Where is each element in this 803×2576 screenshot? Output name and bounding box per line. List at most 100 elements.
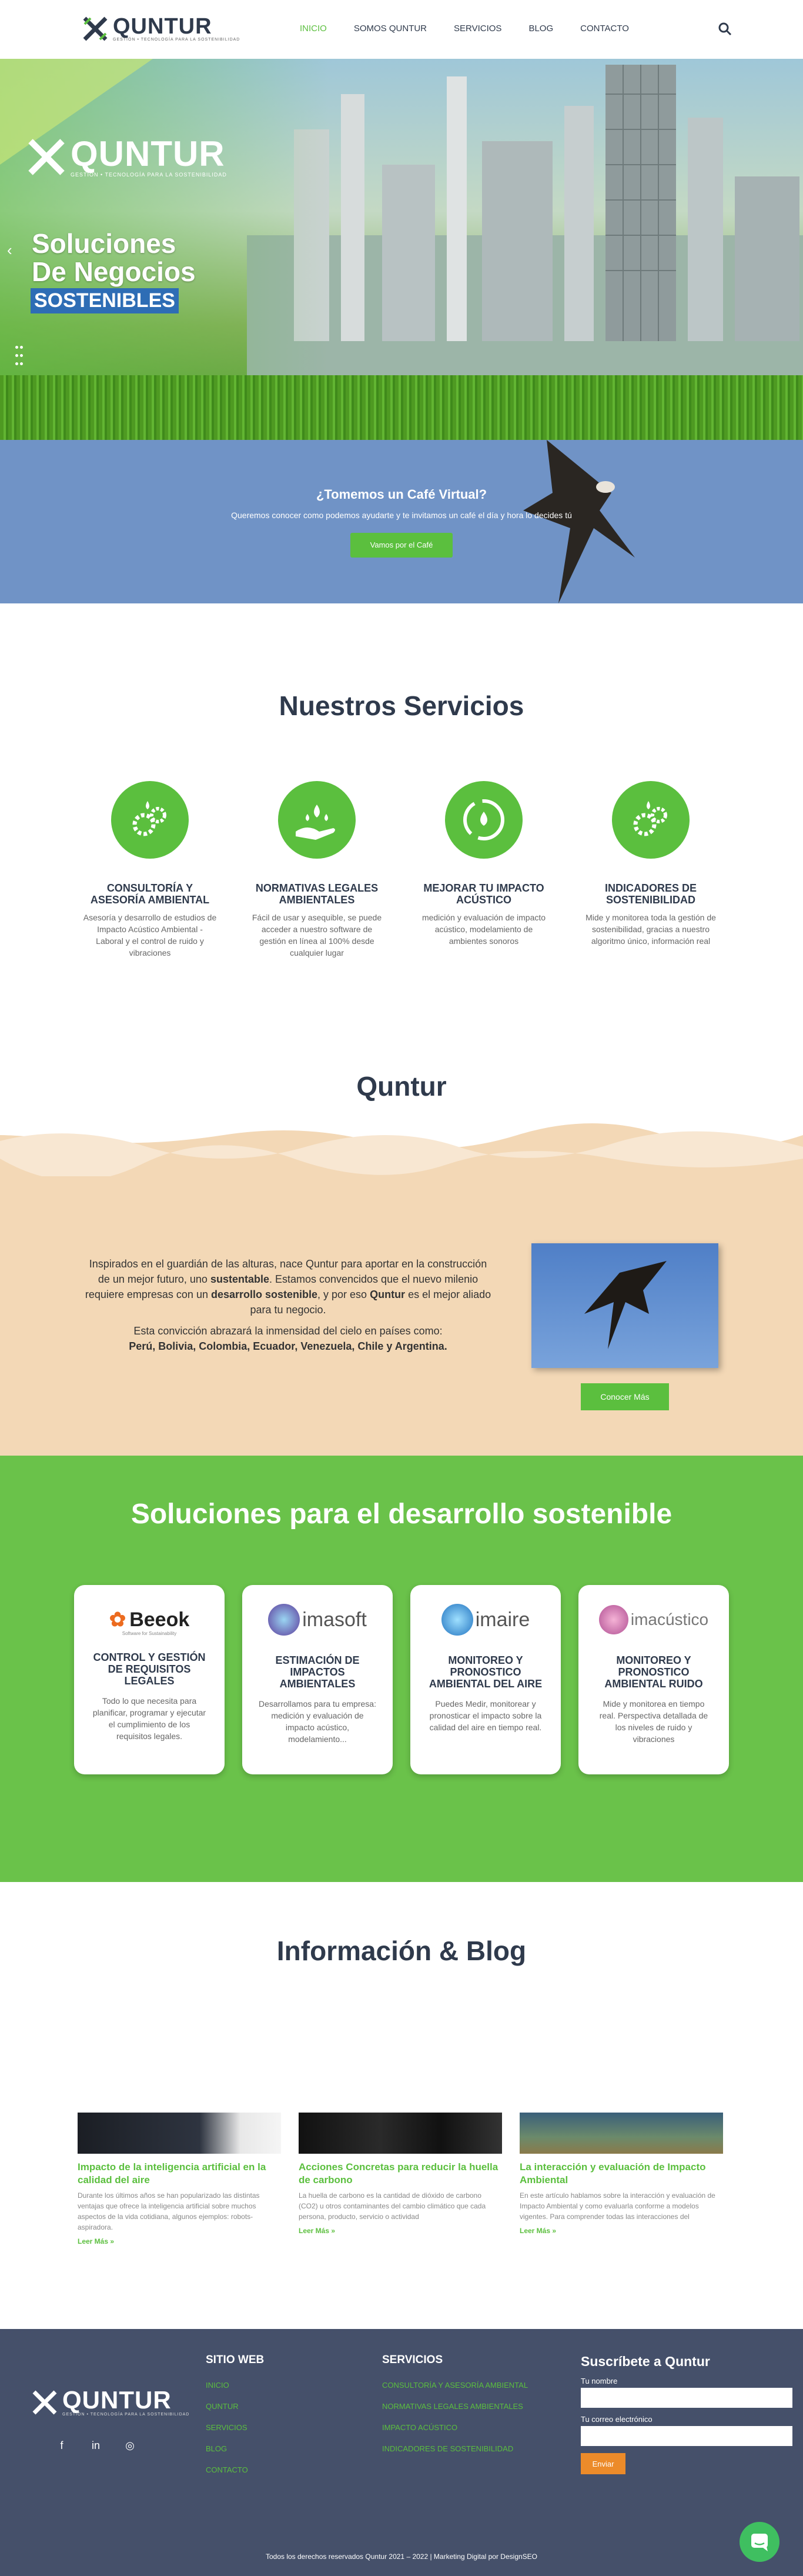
chat-button[interactable] (740, 2522, 779, 2562)
footer-link[interactable]: INICIO (206, 2375, 264, 2396)
card-desc: Todo lo que necesita para planificar, pr… (92, 1696, 206, 1741)
gears-drops-icon (612, 781, 690, 859)
email-input[interactable] (581, 2426, 792, 2446)
wave-decoration (0, 1112, 803, 1176)
solution-card[interactable]: imacústico MONITOREO Y PRONOSTICO AMBIEN… (578, 1585, 729, 1774)
name-input[interactable] (581, 2388, 792, 2408)
nav-contacto[interactable]: CONTACTO (580, 21, 629, 36)
read-more-link[interactable]: Leer Más » (78, 2237, 281, 2245)
footer-link[interactable]: NORMATIVAS LEGALES AMBIENTALES (382, 2396, 528, 2417)
quntur-logo-icon (28, 139, 65, 175)
instagram-icon[interactable]: ◎ (123, 2440, 136, 2452)
slider-dot[interactable] (15, 358, 24, 361)
post-image[interactable] (520, 2113, 723, 2154)
learn-more-button[interactable]: Conocer Más (581, 1383, 669, 1410)
post-title[interactable]: Impacto de la inteligencia artificial en… (78, 2161, 281, 2187)
read-more-link[interactable]: Leer Más » (299, 2227, 502, 2235)
post-excerpt: La huella de carbono es la cantidad de d… (299, 2191, 486, 2221)
blog-post[interactable]: Impacto de la inteligencia artificial en… (78, 2113, 281, 2245)
service-name: NORMATIVAS LEGALES AMBIENTALES (255, 882, 379, 906)
post-title[interactable]: Acciones Concretas para reducir la huell… (299, 2161, 502, 2187)
hero-logo-tagline: GESTIÓN • TECNOLOGÍA PARA LA SOSTENIBILI… (71, 172, 227, 178)
about-paragraph: Inspirados en el guardián de las alturas… (85, 1258, 491, 1316)
footer-link[interactable]: IMPACTO ACÚSTICO (382, 2417, 528, 2438)
footer-logo-tagline: GESTIÓN • TECNOLOGÍA PARA LA SOSTENIBILI… (62, 2413, 190, 2417)
footer-servicios: SERVICIOS CONSULTORÍA Y ASESORÍA AMBIENT… (382, 2354, 528, 2460)
footer-logo-name: QUNTUR (62, 2386, 172, 2414)
about-text: Inspirados en el guardián de las alturas… (82, 1256, 494, 1354)
site-footer: QUNTUR GESTIÓN • TECNOLOGÍA PARA LA SOST… (0, 2329, 803, 2576)
slider-prev-arrow[interactable]: ‹ (7, 241, 12, 259)
chat-icon (751, 2534, 768, 2551)
hero-logo-name: QUNTUR (71, 134, 225, 173)
nav-somos-quntur[interactable]: SOMOS QUNTUR (354, 21, 427, 36)
read-more-link[interactable]: Leer Más » (520, 2227, 723, 2235)
slider-dot[interactable] (15, 349, 24, 353)
condor-image (523, 440, 635, 603)
post-title[interactable]: La interacción y evaluación de Impacto A… (520, 2161, 723, 2187)
footer-link[interactable]: CONSULTORÍA Y ASESORÍA AMBIENTAL (382, 2375, 528, 2396)
post-image[interactable] (78, 2113, 281, 2154)
service-desc: Mide y monitorea toda la gestión de sost… (585, 913, 716, 946)
services-title: Nuestros Servicios (279, 690, 524, 721)
footer-logo[interactable]: QUNTUR GESTIÓN • TECNOLOGÍA PARA LA SOST… (32, 2388, 189, 2417)
service-item[interactable]: MEJORAR TU IMPACTO ACÚSTICO medición y e… (416, 781, 551, 947)
card-desc: Desarrollamos para tu empresa: medición … (259, 1699, 376, 1744)
slider-dots[interactable] (15, 341, 24, 361)
solution-card[interactable]: ✿ Beeok Software for Sustainability CONTR… (74, 1585, 225, 1774)
slider-dot[interactable] (15, 341, 24, 345)
subscribe-title: Suscríbete a Quntur (581, 2354, 710, 2369)
footer-link[interactable]: INDICADORES DE SOSTENIBILIDAD (382, 2438, 528, 2460)
linkedin-icon[interactable]: in (89, 2440, 102, 2452)
submit-button[interactable]: Enviar (581, 2453, 625, 2474)
facebook-icon[interactable]: f (55, 2440, 68, 2452)
quntur-logo-icon (83, 16, 108, 41)
blog-post[interactable]: Acciones Concretas para reducir la huell… (299, 2113, 502, 2235)
site-header: QUNTUR GESTIÓN • TECNOLOGÍA PARA LA SOST… (0, 0, 803, 59)
hero-title-line1: Soluciones (32, 228, 176, 259)
beeok-logo-sub: Software for Sustainability (122, 1631, 177, 1636)
solution-card[interactable]: imaire MONITOREO Y PRONOSTICO AMBIENTAL … (410, 1585, 561, 1774)
service-item[interactable]: NORMATIVAS LEGALES AMBIENTALES Fácil de … (249, 781, 384, 959)
service-item[interactable]: INDICADORES DE SOSTENIBILIDAD Mide y mon… (583, 781, 718, 947)
card-title: MONITOREO Y PRONOSTICO AMBIENTAL RUIDO (604, 1654, 703, 1690)
hero-banner: QUNTUR GESTIÓN • TECNOLOGÍA PARA LA SOST… (0, 59, 803, 440)
coffee-button[interactable]: Vamos por el Café (350, 533, 453, 558)
solution-card[interactable]: imasoft ESTIMACIÓN DE IMPACTOS AMBIENTAL… (242, 1585, 393, 1774)
service-desc: Asesoría y desarrollo de estudios de Imp… (83, 913, 217, 957)
card-desc: Mide y monitorea en tiempo real. Perspec… (599, 1699, 708, 1744)
post-excerpt: Durante los últimos años se han populari… (78, 2191, 260, 2231)
service-desc: Fácil de usar y asequible, se puede acce… (252, 913, 382, 957)
footer-link[interactable]: SERVICIOS (206, 2417, 264, 2438)
hero-logo: QUNTUR GESTIÓN • TECNOLOGÍA PARA LA SOST… (27, 136, 227, 178)
footer-sitio-web: SITIO WEB INICIO QUNTUR SERVICIOS BLOG C… (206, 2354, 264, 2481)
copyright: Todos los derechos reservados Quntur 202… (265, 2552, 538, 2561)
footer-col-title: SERVICIOS (382, 2354, 443, 2366)
service-desc: medición y evaluación de impacto acústic… (421, 913, 546, 946)
nav-servicios[interactable]: SERVICIOS (454, 21, 501, 36)
subscribe-form: Suscríbete a Quntur Tu nombre Tu correo … (581, 2354, 792, 2474)
post-excerpt: En este artículo hablamos sobre la inter… (520, 2191, 715, 2221)
cta-title: ¿Tomemos un Café Virtual? (316, 487, 487, 502)
nav-inicio[interactable]: INICIO (300, 21, 327, 36)
footer-link[interactable]: QUNTUR (206, 2396, 264, 2417)
blog-post[interactable]: La interacción y evaluación de Impacto A… (520, 2113, 723, 2235)
hero-title: Soluciones De Negocios (32, 229, 196, 286)
imaire-logo: imaire (410, 1600, 561, 1639)
footer-link[interactable]: CONTACTO (206, 2460, 264, 2481)
solutions-title: Soluciones para el desarrollo sostenible (131, 1499, 672, 1530)
email-label: Tu correo electrónico (581, 2415, 653, 2424)
solutions-section: Soluciones para el desarrollo sostenible… (0, 1456, 803, 1882)
cta-text: Queremos conocer como podemos ayudarte y… (231, 510, 572, 520)
about-title: Quntur (356, 1071, 447, 1102)
post-image[interactable] (299, 2113, 502, 2154)
grass-field (0, 375, 803, 440)
footer-link[interactable]: BLOG (206, 2438, 264, 2460)
service-item[interactable]: CONSULTORÍA Y ASESORÍA AMBIENTAL Asesorí… (82, 781, 218, 959)
nav-blog[interactable]: BLOG (528, 21, 553, 36)
about-section: Inspirados en el guardián de las alturas… (0, 1112, 803, 1456)
coffee-cta-section: ¿Tomemos un Café Virtual? Queremos conoc… (0, 440, 803, 603)
site-logo[interactable]: QUNTUR GESTIÓN • TECNOLOGÍA PARA LA SOST… (82, 15, 240, 42)
search-icon[interactable] (717, 21, 732, 36)
hero-subtitle: SOSTENIBLES (31, 288, 179, 313)
